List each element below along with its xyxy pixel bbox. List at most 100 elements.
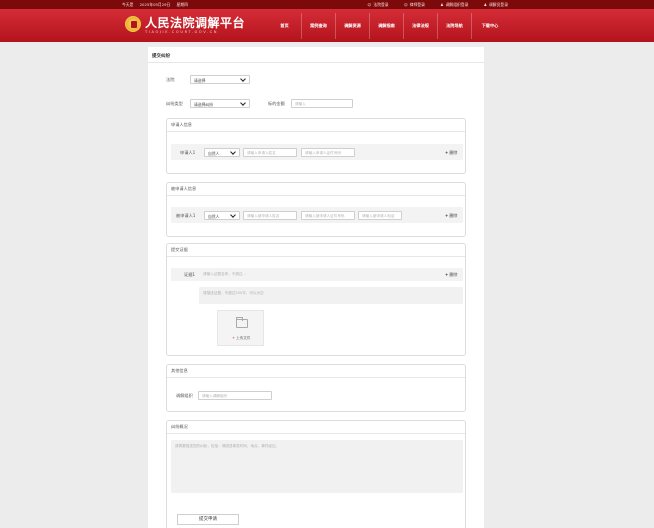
respondent-type-select[interactable]: 自然人 — [204, 211, 240, 220]
court-select[interactable]: 请选择 — [190, 75, 250, 84]
respondent-type-value: 自然人 — [208, 214, 220, 219]
org-login-label: 调解组织登录 — [445, 2, 469, 7]
respondent-id-input[interactable]: 请输入被申请人证件号码 — [301, 211, 355, 220]
respondent-delete-label: 删除 — [449, 213, 458, 218]
evidence-label: 证据1 — [184, 272, 196, 277]
amount-placeholder: 请输入 — [295, 102, 306, 106]
evidence-section-title: 提交证据 — [171, 247, 188, 252]
upload-file-button[interactable]: +上传文件 — [217, 310, 264, 346]
divider — [167, 433, 465, 434]
applicant-type-value: 自然人 — [208, 151, 220, 156]
mediator-login-link[interactable]: ♟ 调解员登录 — [484, 2, 508, 7]
evidence-delete-button[interactable]: +删除 — [445, 272, 457, 278]
summary-textarea[interactable]: 请简要描述您的纠纷，包括：请描述事发时间、地点、事件经过。 — [171, 440, 463, 493]
other-info-section: 其他信息 调解组织 请输入调解组织 — [166, 364, 466, 412]
site-title[interactable]: 人民法院调解平台 — [145, 14, 245, 31]
person-icon: ♟ — [483, 2, 488, 7]
applicant-id-placeholder: 请输入申请人证件号码 — [305, 151, 341, 155]
group-icon: ♟ — [440, 2, 444, 7]
submit-button[interactable]: 提交申请 — [177, 514, 239, 525]
respondent-id-placeholder: 请输入被申请人证件号码 — [305, 214, 345, 218]
plus-icon: + — [232, 336, 236, 340]
dispute-type-value: 请选择纠纷 — [194, 102, 213, 107]
evidence-description-placeholder: 请描述证据，不超过200字，可以为空 — [203, 291, 264, 295]
applicant-delete-button[interactable]: +删除 — [445, 150, 457, 156]
lawyer-login-link[interactable]: ☺ 律师登录 — [404, 2, 425, 7]
respondent-section: 被申请人信息 被申请人1 自然人 请输入被申请人姓名 请输入被申请人证件号码 请… — [166, 182, 466, 237]
org-login-link[interactable]: ♟ 调解组织登录 — [440, 2, 468, 7]
applicant-name-placeholder: 请输入申请人姓名 — [247, 151, 276, 155]
today-label: 今天是 — [122, 2, 134, 7]
chevron-down-icon — [230, 212, 236, 218]
plus-icon: + — [445, 272, 449, 277]
site-subtitle: TIAOJIE.COURT.GOV.CN — [145, 30, 219, 34]
chevron-down-icon — [240, 76, 246, 82]
court-select-value: 请选择 — [194, 78, 206, 83]
respondent-phone-placeholder: 请输入被申请人电话 — [362, 214, 395, 218]
login-links: ☺ 法院登录 ☺ 律师登录 ♟ 调解组织登录 ♟ 调解员登录 — [353, 2, 508, 8]
evidence-name-input[interactable]: 请输入证据名称，不超过... — [203, 272, 246, 277]
evidence-description-input[interactable]: 请描述证据，不超过200字，可以为空 — [199, 287, 463, 304]
applicant-name-input[interactable]: 请输入申请人姓名 — [243, 148, 297, 157]
divider — [167, 131, 465, 132]
date-info: 今天是 2025年05月29日 星期四 — [122, 2, 193, 8]
main-nav: 首页 案例查询 调解资源 调解指南 法律法规 法院导航 下载中心 — [268, 13, 508, 39]
mediation-org-label: 调解组织 — [176, 393, 193, 398]
respondent-phone-input[interactable]: 请输入被申请人电话 — [358, 211, 402, 220]
summary-placeholder: 请简要描述您的纠纷，包括：请描述事发时间、地点、事件经过。 — [175, 444, 280, 448]
summary-section: 纠纷概况 请简要描述您的纠纷，包括：请描述事发时间、地点、事件经过。 — [166, 420, 466, 528]
page-title: 提交纠纷 — [152, 54, 170, 59]
applicant-section-title: 申请人信息 — [171, 122, 192, 127]
nav-home[interactable]: 首页 — [268, 13, 302, 39]
applicant-type-select[interactable]: 自然人 — [204, 148, 240, 157]
applicant-section: 申请人信息 申请人1 自然人 请输入申请人姓名 请输入申请人证件号码 +删除 — [166, 118, 466, 174]
dispute-type-select[interactable]: 请选择纠纷 — [190, 99, 250, 108]
other-info-section-title: 其他信息 — [171, 368, 188, 373]
court-login-link[interactable]: ☺ 法院登录 — [367, 2, 388, 7]
dispute-type-label: 纠纷类型 — [166, 101, 183, 106]
amount-label: 标的金额 — [268, 101, 285, 106]
divider — [167, 195, 465, 196]
upload-file-text: 上传文件 — [236, 336, 251, 340]
weekday-text: 星期四 — [176, 2, 188, 7]
mediator-login-label: 调解员登录 — [489, 2, 508, 7]
applicant-label: 申请人1 — [180, 150, 196, 155]
user-icon: ☺ — [367, 2, 372, 7]
date-text: 2025年05月29日 — [139, 2, 171, 7]
applicant-id-input[interactable]: 请输入申请人证件号码 — [301, 148, 355, 157]
respondent-section-title: 被申请人信息 — [171, 186, 197, 191]
plus-icon: + — [445, 150, 449, 155]
upload-file-label: +上传文件 — [232, 336, 250, 341]
mediation-org-input[interactable]: 请输入调解组织 — [198, 391, 272, 400]
nav-guide[interactable]: 调解指南 — [370, 13, 404, 39]
evidence-delete-label: 删除 — [449, 272, 458, 277]
top-info-bar: 今天是 2025年05月29日 星期四 ☺ 法院登录 ☺ 律师登录 ♟ 调解组织登录 … — [0, 0, 654, 9]
plus-icon: + — [445, 213, 449, 218]
chevron-down-icon — [230, 149, 236, 155]
respondent-name-input[interactable]: 请输入被申请人姓名 — [243, 211, 297, 220]
mediation-org-placeholder: 请输入调解组织 — [202, 394, 228, 398]
court-emblem-icon[interactable] — [125, 16, 141, 32]
respondent-label: 被申请人1 — [176, 213, 196, 218]
amount-input[interactable]: 请输入 — [291, 99, 353, 108]
nav-download[interactable]: 下载中心 — [472, 13, 508, 39]
dispute-form-card: 提交纠纷 法院 请选择 纠纷类型 请选择纠纷 标的金额 请输入 申请人信息 申请… — [148, 47, 484, 528]
respondent-name-placeholder: 请输入被申请人姓名 — [247, 214, 280, 218]
folder-icon — [236, 317, 248, 328]
nav-resources[interactable]: 调解资源 — [336, 13, 370, 39]
applicant-delete-label: 删除 — [449, 150, 458, 155]
divider — [148, 62, 484, 63]
nav-laws[interactable]: 法律法规 — [404, 13, 438, 39]
summary-section-title: 纠纷概况 — [171, 424, 188, 429]
court-login-label: 法院登录 — [373, 2, 389, 7]
lawyer-login-label: 律师登录 — [409, 2, 425, 7]
chevron-down-icon — [240, 100, 246, 106]
divider — [167, 377, 465, 378]
court-label: 法院 — [166, 77, 175, 82]
user-icon: ☺ — [403, 2, 408, 7]
respondent-delete-button[interactable]: +删除 — [445, 213, 457, 219]
nav-case-search[interactable]: 案例查询 — [302, 13, 336, 39]
nav-court-navigation[interactable]: 法院导航 — [438, 13, 472, 39]
divider — [167, 256, 465, 257]
evidence-section: 提交证据 证据1 请输入证据名称，不超过... +删除 请描述证据，不超过200… — [166, 243, 466, 356]
